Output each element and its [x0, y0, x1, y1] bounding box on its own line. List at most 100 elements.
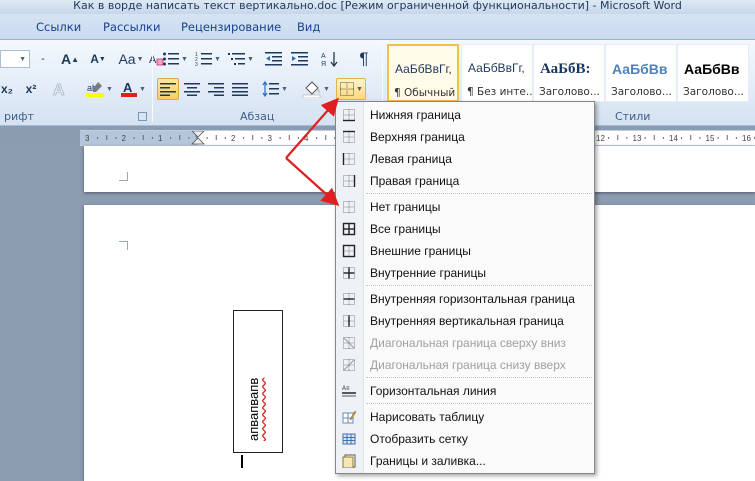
menu-item-bottom-border[interactable]: Нижняя граница: [336, 104, 594, 126]
menu-item-draw-table[interactable]: Нарисовать таблицу: [336, 406, 594, 428]
menu-item-inside-vertical-border[interactable]: Внутренняя вертикальная граница: [336, 310, 594, 332]
font-color-button[interactable]: A ▼: [118, 78, 148, 100]
menu-item-label: Нет границы: [370, 200, 441, 214]
justify-icon: [232, 83, 248, 96]
menu-item-borders-shading[interactable]: Границы и заливка...: [336, 450, 594, 472]
ruler-tick: [662, 137, 664, 139]
menu-item-label: Внешние границы: [370, 244, 471, 258]
menu-item-left-border[interactable]: Левая граница: [336, 148, 594, 170]
style-no-spacing[interactable]: АаБбВвГг, ¶ Без инте...: [461, 44, 536, 102]
bullets-button[interactable]: ▼: [160, 48, 190, 70]
highlighter-icon: ab: [86, 82, 105, 97]
menu-item-label: Левая граница: [370, 152, 452, 166]
indent-marker-icon[interactable]: [191, 131, 205, 145]
ruler-tick: [133, 137, 135, 139]
line-spacing-icon: [262, 81, 280, 97]
menu-item-right-border[interactable]: Правая граница: [336, 170, 594, 192]
tab-mailings[interactable]: Рассылки: [103, 20, 160, 34]
grow-font-button[interactable]: A ▲: [56, 48, 84, 70]
tab-references[interactable]: Ссылки: [36, 20, 81, 34]
text-effects-button[interactable]: A: [48, 78, 74, 100]
shrink-font-button[interactable]: A ▼: [84, 48, 112, 70]
font-size-dropdown[interactable]: ▼: [0, 50, 30, 68]
menu-item-label: Внутренняя вертикальная граница: [370, 314, 564, 328]
style-heading-1[interactable]: АаБбВ: Заголово...: [533, 44, 605, 102]
menu-item-horizontal-line[interactable]: A≡ Горизонтальная линия: [336, 380, 594, 402]
ruler-tick: [243, 137, 245, 139]
vertical-textbox[interactable]: апвапвапв: [233, 310, 283, 453]
style-sample: АаБбВв: [684, 61, 740, 77]
ruler-tick: [151, 137, 153, 139]
ruler-label: 1: [158, 134, 163, 143]
tab-review[interactable]: Рецензирование: [181, 20, 281, 34]
ruler-tick: [224, 137, 226, 139]
show-formatting-marks-button[interactable]: ¶: [352, 48, 376, 70]
align-right-icon: [208, 83, 224, 96]
menu-item-label: Нарисовать таблицу: [370, 410, 485, 424]
menu-item-top-border[interactable]: Верхняя граница: [336, 126, 594, 148]
ruler-tick: [690, 135, 692, 140]
ruler-tick: [626, 137, 628, 139]
svg-text:Я: Я: [321, 61, 326, 68]
menu-item-label: Верхняя граница: [370, 130, 465, 144]
vertical-text[interactable]: апвапвапв: [246, 378, 261, 441]
multilevel-list-button[interactable]: ▼: [226, 48, 256, 70]
ruler-tick: [325, 135, 327, 140]
menu-separator: [366, 285, 592, 286]
chevron-down-icon: ▼: [281, 85, 288, 93]
style-heading-3[interactable]: АаБбВв Заголово...: [677, 44, 749, 102]
chevron-down-icon: ▼: [214, 55, 221, 63]
shading-button[interactable]: ▼: [300, 78, 332, 100]
menu-item-no-border[interactable]: Нет границы: [336, 196, 594, 218]
sort-button[interactable]: AЯ: [318, 48, 342, 70]
subscript-label: x₂: [0, 82, 13, 96]
numbering-button[interactable]: 123 ▼: [193, 48, 223, 70]
change-case-button[interactable]: Aa ▼: [118, 48, 144, 70]
svg-text:3: 3: [195, 62, 198, 67]
menu-item-outside-borders[interactable]: Внешние границы: [336, 240, 594, 262]
crop-mark: [119, 172, 128, 181]
subscript-button[interactable]: x₂: [0, 78, 14, 100]
shrink-arrow-icon: ▼: [98, 55, 106, 63]
align-left-button[interactable]: [157, 78, 179, 100]
superscript-button[interactable]: x²: [20, 78, 42, 100]
tab-view[interactable]: Вид: [297, 20, 320, 34]
style-heading-2[interactable]: АаБбВв Заголово...: [605, 44, 677, 102]
style-name: Заголово...: [539, 86, 600, 98]
menu-item-all-borders[interactable]: Все границы: [336, 218, 594, 240]
ruler-label: 14: [669, 134, 678, 143]
ruler-tick: [316, 137, 318, 139]
borders-button[interactable]: ▼: [336, 78, 366, 100]
numbering-icon: 123: [195, 52, 213, 67]
draw-table-icon: [342, 410, 357, 424]
highlight-color-button[interactable]: ab ▼: [82, 78, 116, 100]
menu-item-inside-borders[interactable]: Внутренние границы: [336, 262, 594, 284]
chevron-down-icon: ▼: [323, 85, 330, 93]
justify-button[interactable]: [229, 78, 251, 100]
align-center-button[interactable]: [181, 78, 203, 100]
svg-text:A: A: [53, 82, 65, 98]
group-separator: [152, 44, 153, 122]
chevron-down-icon: ▼: [19, 55, 26, 63]
style-normal[interactable]: АаБбВвГг, ¶ Обычный: [387, 44, 459, 102]
menu-item-label: Внутренние границы: [370, 266, 486, 280]
align-right-button[interactable]: [205, 78, 227, 100]
increase-indent-button[interactable]: [288, 48, 312, 70]
sort-icon: AЯ: [321, 52, 338, 68]
styles-group-label: Стили: [615, 110, 651, 123]
chevron-down-icon: ▼: [356, 85, 363, 93]
diagonal-up-border-icon: [342, 358, 356, 372]
decrease-indent-button[interactable]: [262, 48, 286, 70]
ruler-label: 4: [304, 134, 309, 143]
menu-item-inside-horizontal-border[interactable]: Внутренняя горизонтальная граница: [336, 288, 594, 310]
line-spacing-button[interactable]: ▼: [260, 78, 290, 100]
menu-item-view-gridlines[interactable]: Отобразить сетку: [336, 428, 594, 450]
ruler-tick: [735, 137, 737, 139]
borders-menu: Нижняя граница Верхняя граница Левая грани…: [335, 101, 595, 474]
ruler-label: 2: [231, 134, 236, 143]
ruler-tick: [699, 137, 701, 139]
font-dialog-launcher-icon[interactable]: [138, 112, 147, 121]
svg-text:A: A: [123, 80, 133, 95]
align-center-icon: [184, 83, 200, 96]
ruler-label: 13: [633, 134, 642, 143]
